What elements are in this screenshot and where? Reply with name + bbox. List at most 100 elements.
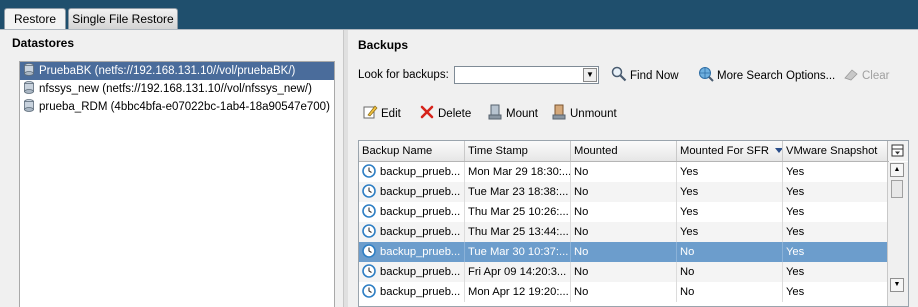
cell-vmware-snapshot-text: Yes: [786, 186, 805, 198]
datastores-list[interactable]: PruebaBK (netfs://192.168.131.10//vol/pr…: [19, 61, 335, 307]
vertical-scrollbar[interactable]: ▲ ▼: [887, 162, 908, 306]
cell-time-stamp-text: Fri Apr 09 14:20:3...: [468, 266, 567, 278]
datastore-icon: [24, 81, 34, 94]
cell-time-stamp: Fri Apr 09 14:20:3...: [465, 262, 571, 282]
cell-mounted-for-sfr: No: [677, 282, 783, 302]
backups-table[interactable]: Backup Name Time Stamp Mounted Mounted F…: [358, 140, 909, 307]
cell-vmware-snapshot: Yes: [783, 162, 889, 182]
combo-dropdown-button[interactable]: ▼: [583, 68, 597, 82]
cell-vmware-snapshot-text: Yes: [786, 246, 805, 258]
scroll-down-button[interactable]: ▼: [890, 278, 904, 292]
cell-backup-name-text: backup_prueb...: [380, 186, 461, 198]
column-header-mounted-for-sfr[interactable]: Mounted For SFR: [677, 141, 783, 161]
backup-actions-toolbar: Edit Delete Mount Unmount: [362, 104, 918, 126]
cell-mounted: No: [571, 202, 677, 222]
cell-mounted-for-sfr: Yes: [677, 222, 783, 242]
cell-mounted: No: [571, 242, 677, 262]
column-header-vmware-snapshot[interactable]: VMware Snapshot: [783, 141, 889, 161]
datastore-label: PruebaBK (netfs://192.168.131.10//vol/pr…: [39, 65, 296, 77]
cell-backup-name: backup_prueb...: [359, 262, 465, 282]
table-row[interactable]: backup_prueb... Fri Apr 09 14:20:3... No No…: [359, 262, 889, 282]
chevron-down-icon: ▼: [586, 70, 594, 79]
cell-vmware-snapshot-text: Yes: [786, 166, 805, 178]
cell-vmware-snapshot: Yes: [783, 282, 889, 302]
cell-vmware-snapshot: Yes: [783, 222, 889, 242]
look-for-backups-combo[interactable]: ▼: [454, 66, 599, 84]
cell-backup-name-text: backup_prueb...: [380, 266, 461, 278]
cell-time-stamp: Mon Apr 12 19:20:...: [465, 282, 571, 302]
cell-mounted-for-sfr-text: No: [680, 246, 695, 258]
table-header: Backup Name Time Stamp Mounted Mounted F…: [359, 141, 889, 162]
cell-time-stamp: Tue Mar 23 18:38:...: [465, 182, 571, 202]
datastore-item[interactable]: PruebaBK (netfs://192.168.131.10//vol/pr…: [20, 62, 334, 80]
scroll-up-button[interactable]: ▲: [890, 163, 904, 177]
restore-panel: Datastores PruebaBK (netfs://192.168.131…: [0, 29, 918, 307]
cell-mounted: No: [571, 262, 677, 282]
tab-single-file-restore[interactable]: Single File Restore: [68, 8, 178, 29]
datastores-panel: Datastores PruebaBK (netfs://192.168.131…: [12, 36, 337, 307]
backups-title: Backups: [358, 38, 409, 52]
cell-backup-name-text: backup_prueb...: [380, 286, 461, 298]
cell-vmware-snapshot-text: Yes: [786, 266, 805, 278]
table-row[interactable]: backup_prueb... Tue Mar 30 10:37:... No No Y…: [359, 242, 889, 262]
edit-button[interactable]: Edit: [362, 104, 401, 123]
cell-mounted-for-sfr-text: Yes: [680, 226, 699, 238]
table-row[interactable]: backup_prueb... Mon Apr 12 19:20:... No No Y…: [359, 282, 889, 302]
edit-label: Edit: [381, 108, 401, 120]
unmount-label: Unmount: [570, 108, 617, 120]
cell-vmware-snapshot: Yes: [783, 262, 889, 282]
arrow-up-icon: ▲: [893, 166, 901, 173]
datastores-title: Datastores: [12, 36, 75, 50]
cell-backup-name-text: backup_prueb...: [380, 206, 461, 218]
magnifier-icon: [611, 66, 627, 82]
datastore-item[interactable]: nfssys_new (netfs://192.168.131.10//vol/…: [20, 80, 334, 98]
cell-vmware-snapshot: Yes: [783, 182, 889, 202]
mount-button[interactable]: Mount: [487, 104, 538, 123]
eraser-icon: [844, 69, 858, 81]
backups-panel: Backups Look for backups: ▼ Find Now Mor…: [358, 38, 918, 307]
cell-time-stamp-text: Tue Mar 23 18:38:...: [468, 186, 569, 198]
backup-clock-icon: [362, 284, 376, 298]
more-search-options-label: More Search Options...: [717, 70, 836, 82]
datastore-label: prueba_RDM (4bbc4bfa-e07022bc-1ab4-18a90…: [39, 101, 330, 113]
cell-backup-name: backup_prueb...: [359, 162, 465, 182]
backup-clock-icon: [362, 184, 376, 198]
arrow-down-icon: ▼: [893, 281, 901, 288]
cell-mounted-text: No: [574, 286, 589, 298]
split-pane-divider[interactable]: [343, 30, 348, 307]
backup-clock-icon: [362, 224, 376, 238]
column-header-time-stamp[interactable]: Time Stamp: [465, 141, 571, 161]
cell-mounted-text: No: [574, 266, 589, 278]
table-row[interactable]: backup_prueb... Thu Mar 25 13:44:... No Yes…: [359, 222, 889, 242]
clear-button[interactable]: Clear: [843, 66, 889, 85]
cell-vmware-snapshot: Yes: [783, 202, 889, 222]
unmount-button[interactable]: Unmount: [551, 104, 617, 123]
cell-backup-name-text: backup_prueb...: [380, 166, 461, 178]
cell-mounted-for-sfr: No: [677, 242, 783, 262]
delete-button[interactable]: Delete: [419, 104, 471, 123]
table-row[interactable]: backup_prueb... Thu Mar 25 10:26:... No Yes…: [359, 202, 889, 222]
cell-backup-name: backup_prueb...: [359, 182, 465, 202]
find-now-button[interactable]: Find Now: [611, 66, 679, 85]
backup-clock-icon: [362, 244, 376, 258]
cell-time-stamp: Thu Mar 25 10:26:...: [465, 202, 571, 222]
column-header-mounted[interactable]: Mounted: [571, 141, 677, 161]
table-row[interactable]: backup_prueb... Mon Mar 29 18:30:... No Yes…: [359, 162, 889, 182]
cell-mounted-text: No: [574, 206, 589, 218]
cell-backup-name: backup_prueb...: [359, 282, 465, 302]
datastore-item[interactable]: prueba_RDM (4bbc4bfa-e07022bc-1ab4-18a90…: [20, 98, 334, 116]
cell-mounted: No: [571, 162, 677, 182]
scroll-thumb[interactable]: [891, 180, 903, 198]
delete-x-icon: [420, 105, 434, 119]
tab-restore[interactable]: Restore: [4, 8, 66, 30]
cell-vmware-snapshot: Yes: [783, 242, 889, 262]
column-header-backup-name[interactable]: Backup Name: [359, 141, 465, 161]
edit-icon: [363, 105, 378, 119]
more-search-options-button[interactable]: More Search Options...: [698, 66, 835, 85]
cell-mounted: No: [571, 222, 677, 242]
cell-mounted-text: No: [574, 246, 589, 258]
column-picker-button[interactable]: [887, 141, 908, 161]
cell-mounted-for-sfr-text: Yes: [680, 166, 699, 178]
table-row[interactable]: backup_prueb... Tue Mar 23 18:38:... No Yes…: [359, 182, 889, 202]
cell-time-stamp: Mon Mar 29 18:30:...: [465, 162, 571, 182]
